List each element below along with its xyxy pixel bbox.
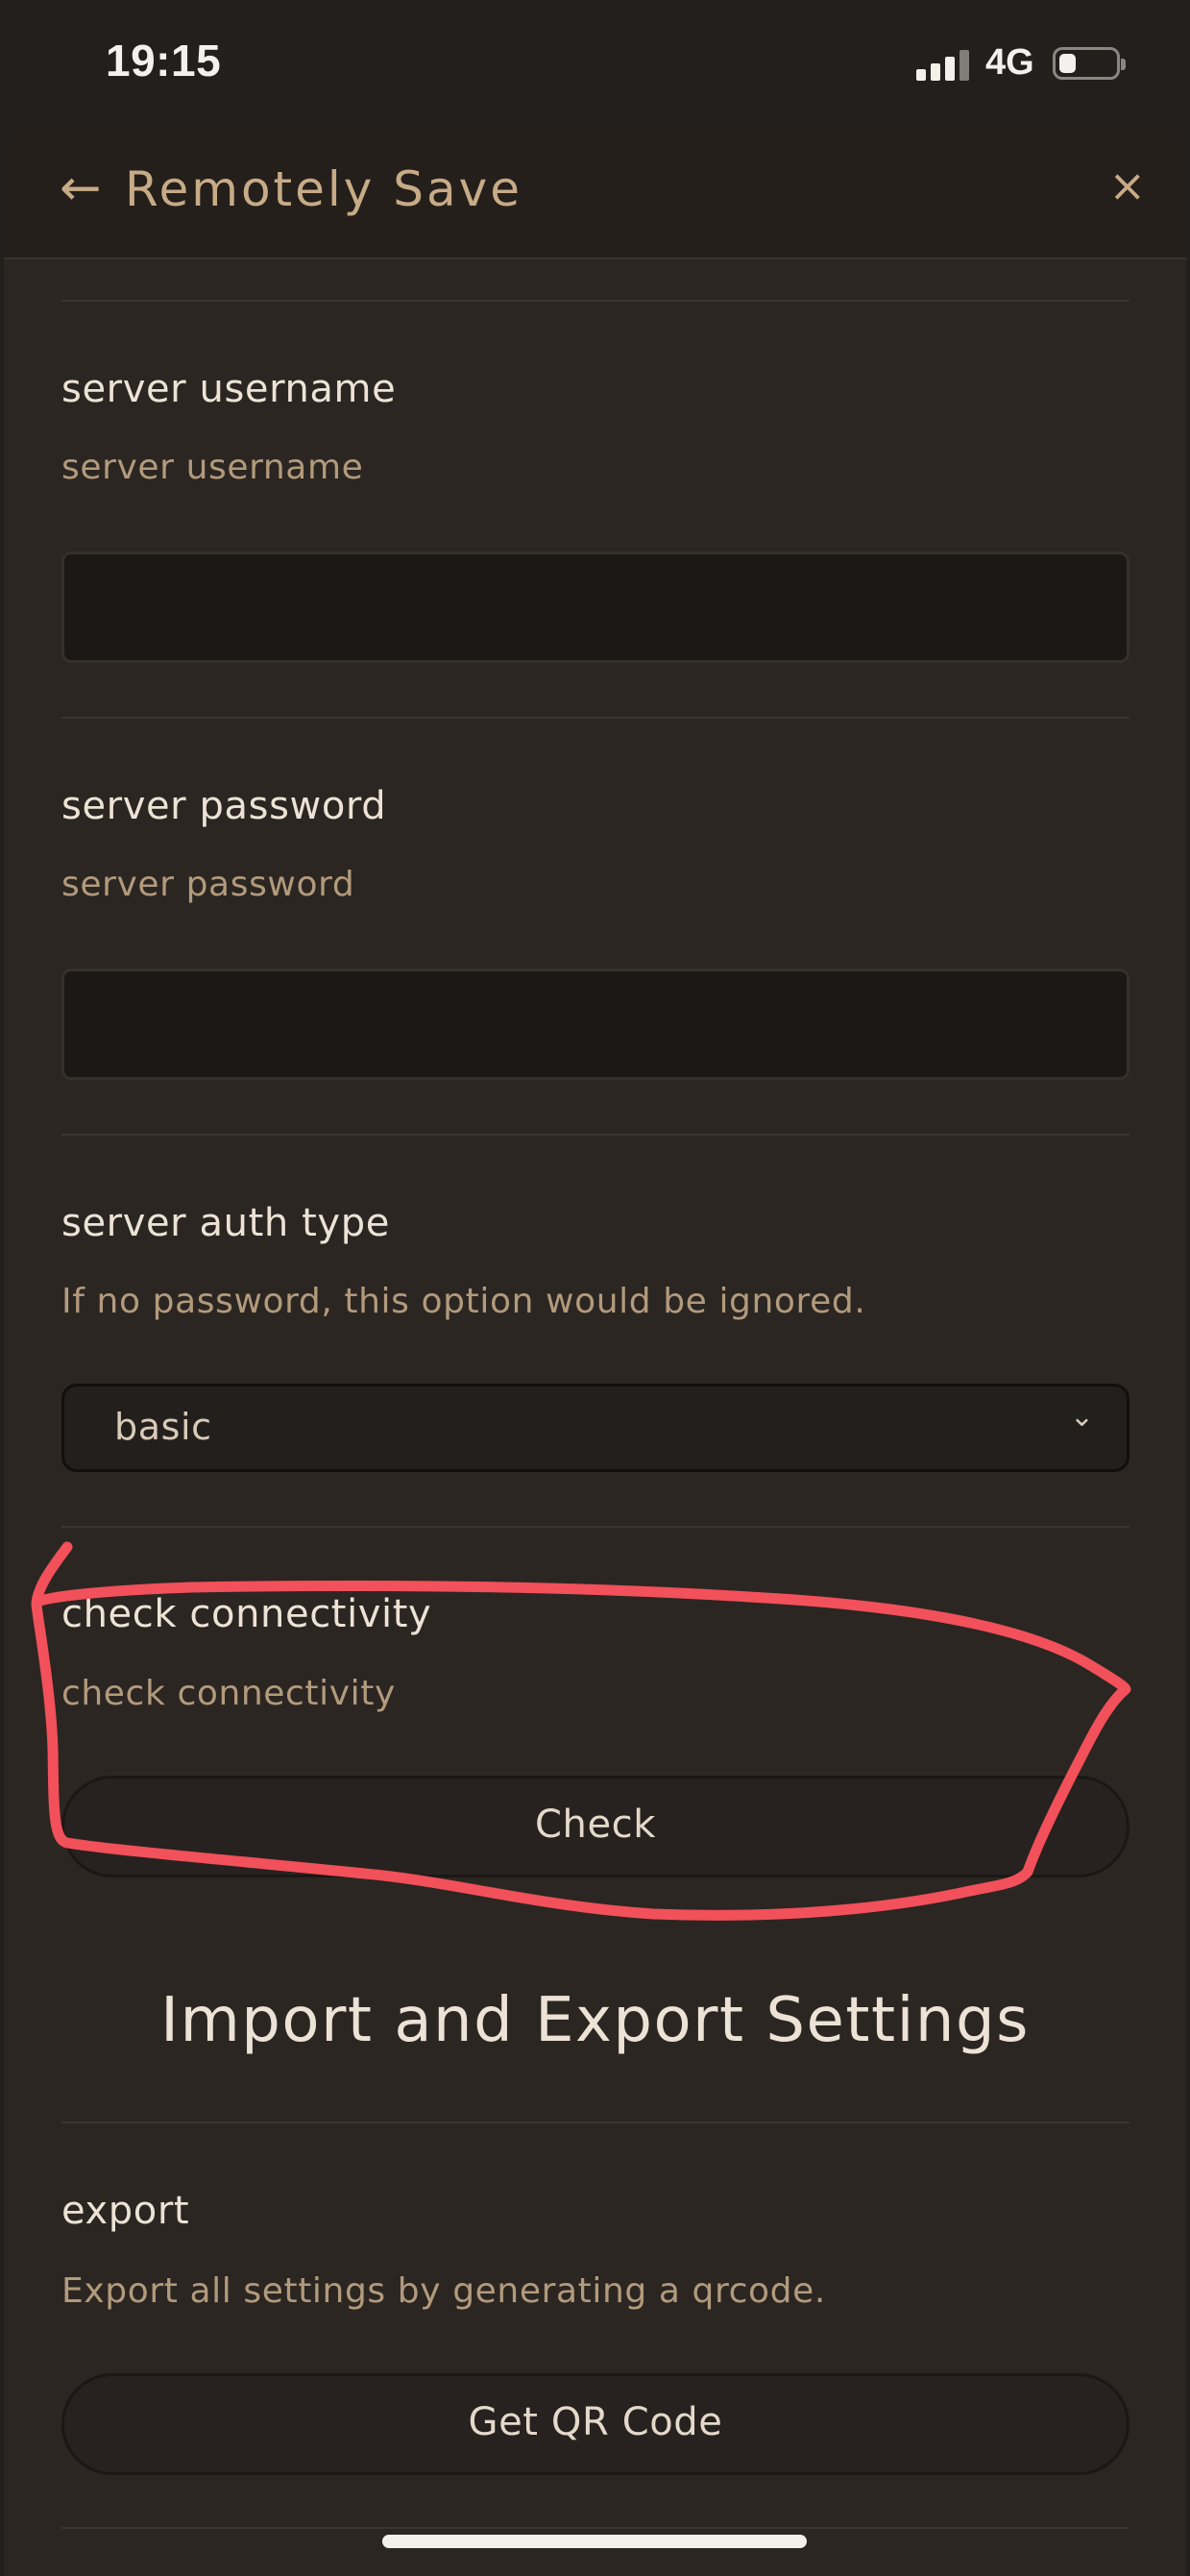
battery-icon	[1053, 47, 1126, 80]
setting-name-server-username: server username	[61, 367, 397, 411]
modal-title: Remotely Save	[125, 161, 523, 217]
setting-desc-export: Export all settings by generating a qrco…	[61, 2271, 826, 2311]
divider	[61, 1526, 1129, 1528]
divider	[61, 300, 1129, 302]
setting-name-server-auth-type: server auth type	[61, 1201, 390, 1245]
divider	[61, 1134, 1129, 1136]
section-heading-import-export: Import and Export Settings	[160, 1985, 1030, 2056]
arrow-left-icon[interactable]: ←	[60, 163, 102, 213]
setting-desc-server-password: server password	[61, 865, 355, 904]
setting-name-check-connectivity: check connectivity	[61, 1592, 432, 1636]
screen: 19:15 4G ← Remotely Save × server userna…	[0, 0, 1190, 2576]
home-indicator[interactable]	[382, 2535, 807, 2548]
divider	[61, 2527, 1129, 2529]
modal-header: ← Remotely Save ×	[4, 125, 1186, 259]
battery-level	[1059, 54, 1076, 73]
server-password-input[interactable]	[61, 969, 1129, 1080]
server-username-input[interactable]	[61, 552, 1129, 663]
status-time: 19:15	[106, 36, 222, 86]
divider	[61, 2122, 1129, 2123]
settings-modal: ← Remotely Save × server username server…	[4, 125, 1186, 2576]
auth-type-selected-value: basic	[114, 1406, 212, 1448]
setting-desc-check-connectivity: check connectivity	[61, 1674, 396, 1713]
chevron-down-icon: ⌄	[1069, 1400, 1094, 1434]
get-qr-code-button-label: Get QR Code	[468, 2400, 723, 2444]
check-button-label: Check	[534, 1803, 657, 1847]
setting-desc-server-username: server username	[61, 448, 364, 487]
check-button[interactable]: Check	[61, 1776, 1129, 1877]
network-type: 4G	[985, 42, 1034, 83]
setting-desc-server-auth-type: If no password, this option would be ign…	[61, 1282, 866, 1321]
auth-type-select[interactable]: basic ⌄	[61, 1384, 1129, 1472]
setting-name-server-password: server password	[61, 784, 387, 828]
status-bar: 19:15 4G	[0, 0, 1190, 125]
divider	[61, 717, 1129, 719]
close-icon[interactable]: ×	[1108, 163, 1146, 208]
setting-name-export: export	[61, 2189, 190, 2233]
cellular-signal-icon	[916, 50, 970, 81]
get-qr-code-button[interactable]: Get QR Code	[61, 2373, 1129, 2475]
